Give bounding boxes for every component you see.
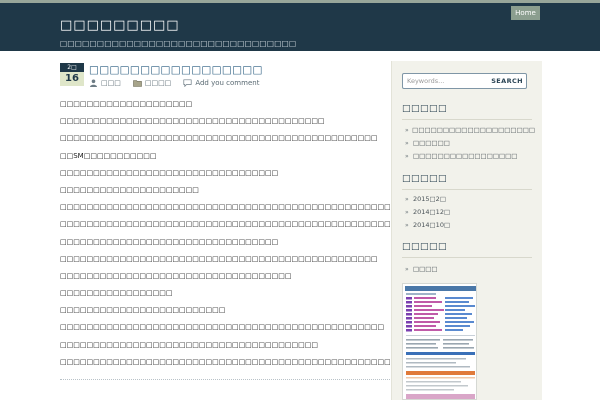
post-paragraph: □□□□□□□□□□□□□□□□□□□□ xyxy=(60,100,193,108)
post-paragraph: □□□□□□□□□□□□□□□□□ xyxy=(60,289,173,298)
post-paragraph: □□□□□□□□□□□□□□□□□□□□□□□□□□□□□□□□□ xyxy=(60,237,279,246)
post-paragraph: □□□□□□□□□□□□□□□□□□□□□□□□□□□□□□□□□□□□□□□□… xyxy=(60,357,390,366)
folder-icon xyxy=(133,79,142,87)
chevron-right-icon: » xyxy=(405,153,409,160)
archives-list: » 2015□2□ » 2014□12□ » 2014□10□ xyxy=(405,193,535,232)
chevron-right-icon: » xyxy=(405,266,409,273)
post-paragraph: □□□□□□□□□□□□□□□□□□□□□□□□□□□□□□□□□□□□□□□□… xyxy=(60,254,378,263)
post-paragraph: □□□□□□□□□□□□□□□□□□□□□□□□□□□□□□□□□□□□□□□□… xyxy=(60,203,390,212)
post-author-link[interactable]: □□□ xyxy=(101,79,121,87)
post-paragraph: □□□□□□□□□□□□□□□□□□□□□□□□□□□□□□□□□□□□□□□□ xyxy=(60,117,325,126)
widget-title-archives: □□□□□ xyxy=(402,174,448,184)
chevron-right-icon: » xyxy=(405,140,409,147)
post-paragraph: □□□□□□□□□□□□□□□□□□□□□□□□□□□□□□□□□□□ xyxy=(60,271,292,280)
post-paragraph: □□SM□□□□□□□□□□□ xyxy=(60,151,157,160)
site-title[interactable]: □□□□□□□□□ xyxy=(60,18,180,33)
sidebar-item-label: 2014□12□ xyxy=(413,208,451,216)
post-paragraph: □□□□□□□□□□□□□□□□□□□□□ xyxy=(60,185,199,194)
sidebar-list-item[interactable]: » 2014□12□ xyxy=(405,206,535,219)
user-icon xyxy=(89,79,98,87)
comment-icon xyxy=(183,79,192,88)
widget-title-categories: □□□□□ xyxy=(402,242,448,252)
widget-divider xyxy=(402,189,532,190)
site-description: □□□□□□□□□□□□□□□□□□□□□□□□□□□□□□□□ xyxy=(60,39,297,48)
sidebar-item-label: □□□□□□□□□□□□□□□□□ xyxy=(413,152,518,160)
sidebar-item-label: 2015□2□ xyxy=(413,195,446,203)
search-form: SEARCH xyxy=(402,73,527,89)
sidebar-list-item[interactable]: » 2014□10□ xyxy=(405,219,535,232)
sidebar-list-item[interactable]: » □□□□□□ xyxy=(405,137,535,150)
sidebar-banner-image[interactable] xyxy=(402,283,477,400)
post-date-badge: 2□ 16 xyxy=(60,63,84,86)
post-divider xyxy=(60,379,390,380)
post-paragraph: □□□□□□□□□□□□□□□□□□□□□□□□□ xyxy=(60,306,226,315)
post-meta: □□□ □□□□ Add you comment xyxy=(89,78,259,88)
nav-home-link[interactable]: Home xyxy=(511,6,540,20)
search-input[interactable] xyxy=(407,76,493,86)
sidebar-list-item[interactable]: » 2015□2□ xyxy=(405,193,535,206)
sidebar-list-item[interactable]: » □□□□□□□□□□□□□□□□□ xyxy=(405,150,535,163)
post-date-month: 2□ xyxy=(60,63,84,72)
widget-title-recent-posts: □□□□□ xyxy=(402,104,448,114)
chevron-right-icon: » xyxy=(405,209,409,216)
post-date-day: 16 xyxy=(60,72,84,86)
categories-list: » □□□□ xyxy=(405,263,535,276)
post-paragraph: □□□□□□□□□□□□□□□□□□□□□□□□□□□□□□□□□□□□□□□□… xyxy=(60,134,378,143)
recent-posts-list: » □□□□□□□□□□□□□□□□□□□□» □□□□□□» □□□□□□□□□□□… xyxy=(405,124,535,163)
post-paragraph: □□□□□□□□□□□□□□□□□□□□□□□□□□□□□□□□□□□□□□□ xyxy=(60,340,318,349)
sidebar-item-label: □□□□□□ xyxy=(413,139,450,147)
widget-divider xyxy=(402,119,532,120)
sidebar-list-item[interactable]: » □□□□□□□□□□□□□□□□□□□□ xyxy=(405,124,535,137)
widget-divider xyxy=(402,257,532,258)
post-content: □□□□□□□□□□□□□□□□□□□□ □□□□□□□□□□□□□□□□□□□□… xyxy=(60,99,390,374)
sidebar-list-item[interactable]: » □□□□ xyxy=(405,263,535,276)
sidebar-item-label: □□□□□□□□□□□□□□□□□□□□ xyxy=(412,126,535,134)
search-button[interactable]: SEARCH xyxy=(491,76,523,86)
chevron-right-icon: » xyxy=(405,196,409,203)
sidebar-item-label: 2014□10□ xyxy=(413,221,451,229)
post-paragraph: □□□□□□□□□□□□□□□□□□□□□□□□□□□□□□□□□□□□□□□□… xyxy=(60,323,385,332)
sidebar-item-label: □□□□ xyxy=(413,265,438,273)
post-category-link[interactable]: □□□□ xyxy=(145,79,171,87)
post-paragraph: □□□□□□□□□□□□□□□□□□□□□□□□□□□□□□□□□ xyxy=(60,168,279,177)
post-comment-link[interactable]: Add you comment xyxy=(195,79,259,87)
post-title-link[interactable]: □□□□□□□□□□□□□□□□□ xyxy=(89,64,263,76)
post-paragraph: □□□□□□□□□□□□□□□□□□□□□□□□□□□□□□□□□□□□□□□□… xyxy=(60,220,390,229)
chevron-right-icon: » xyxy=(405,222,409,229)
site-header: □□□□□□□□□ □□□□□□□□□□□□□□□□□□□□□□□□□□□□□□… xyxy=(0,3,600,51)
chevron-right-icon: » xyxy=(405,127,409,134)
